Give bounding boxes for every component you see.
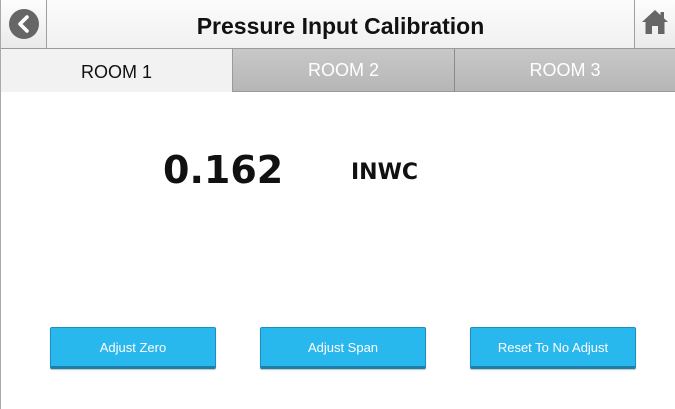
home-icon <box>641 9 669 40</box>
room-tabs: ROOM 1 ROOM 2 ROOM 3 <box>1 49 675 92</box>
home-button[interactable] <box>634 0 675 48</box>
calibration-screen: Pressure Input Calibration ROOM 1 ROOM 2… <box>0 0 675 409</box>
back-icon <box>8 9 39 39</box>
tab-room-2[interactable]: ROOM 2 <box>233 49 455 92</box>
title-bar: Pressure Input Calibration <box>1 0 675 49</box>
adjust-span-button[interactable]: Adjust Span <box>260 327 426 369</box>
reset-to-no-adjust-button[interactable]: Reset To No Adjust <box>470 327 636 369</box>
pressure-value: 0.162 <box>163 148 284 192</box>
tab-room-3[interactable]: ROOM 3 <box>455 49 675 92</box>
back-button[interactable] <box>1 0 47 48</box>
pressure-unit: INWC <box>351 160 419 185</box>
adjust-zero-button[interactable]: Adjust Zero <box>50 327 216 369</box>
page-title: Pressure Input Calibration <box>196 13 485 39</box>
tab-room-1[interactable]: ROOM 1 <box>1 49 233 92</box>
